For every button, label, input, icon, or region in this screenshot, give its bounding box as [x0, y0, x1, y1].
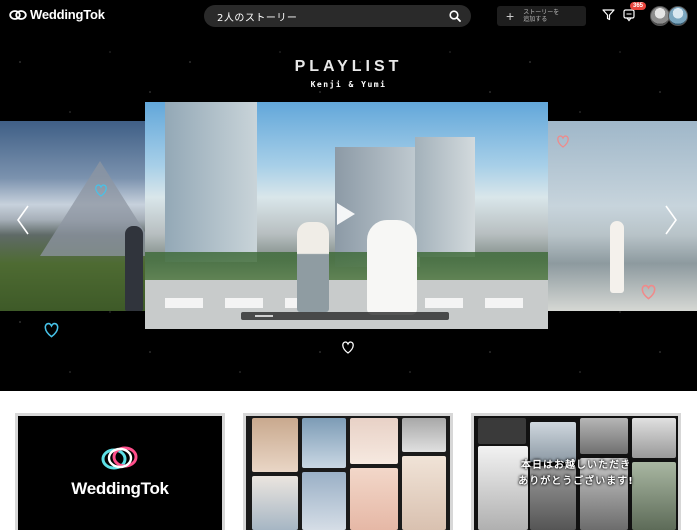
- crosswalk-stripe: [425, 298, 463, 308]
- video-progress-fill: [255, 315, 273, 317]
- photo-tile: [252, 476, 298, 530]
- video-progress-bar[interactable]: [241, 312, 449, 320]
- video-thumbnail-row: WeddingTok 本日はお越しいただき ありがとうございます!: [0, 391, 697, 530]
- photo-tile: [530, 422, 576, 462]
- crosswalk-stripe: [485, 298, 523, 308]
- photo-tile: [350, 468, 398, 530]
- search-icon[interactable]: [449, 10, 461, 22]
- search-bar[interactable]: 2人のストーリー: [204, 5, 471, 27]
- person-image: [610, 221, 624, 293]
- playlist-title: PLAYLIST: [294, 58, 403, 75]
- building-image: [415, 137, 475, 257]
- trees-image: [145, 252, 548, 282]
- search-input[interactable]: 2人のストーリー: [217, 9, 297, 24]
- bride-image: [367, 220, 417, 315]
- plus-icon: +: [506, 8, 515, 24]
- avatar-secondary[interactable]: [668, 6, 688, 26]
- heart-icon: [95, 184, 107, 197]
- logo-text: WeddingTok: [30, 7, 105, 22]
- logo[interactable]: WeddingTok: [9, 7, 105, 22]
- photo-tile: [478, 418, 526, 444]
- notification-badge: 365: [630, 2, 647, 10]
- video-thumbnail[interactable]: [243, 413, 453, 530]
- chevron-right-icon[interactable]: [664, 204, 678, 236]
- crosswalk-stripe: [165, 298, 203, 308]
- photo-tile: [402, 456, 446, 530]
- photo-tile: [580, 418, 628, 454]
- heart-icon: [641, 284, 656, 300]
- thumbnail-caption: 本日はお越しいただき ありがとうございます!: [474, 458, 678, 490]
- filter-icon[interactable]: [602, 8, 615, 21]
- heart-icon: [44, 322, 59, 338]
- photo-tile: [302, 472, 346, 530]
- building-image: [165, 102, 257, 262]
- add-story-button[interactable]: + ストーリーを 追加する: [497, 6, 586, 26]
- notification-icon[interactable]: [622, 8, 636, 22]
- main-video-card[interactable]: [145, 102, 548, 329]
- logo-icon: [9, 9, 27, 20]
- thumbnail-logo: WeddingTok: [18, 444, 222, 499]
- video-thumbnail[interactable]: 本日はお越しいただき ありがとうございます!: [471, 413, 681, 530]
- heart-icon: [557, 135, 569, 148]
- video-thumbnail[interactable]: WeddingTok: [15, 413, 225, 530]
- top-bar: WeddingTok 2人のストーリー + ストーリーを 追加する 365: [0, 0, 697, 32]
- chevron-left-icon[interactable]: [16, 204, 30, 236]
- thumbnail-logo-text: WeddingTok: [71, 479, 169, 498]
- playlist-hero: PLAYLIST Kenji & Yumi: [0, 32, 697, 391]
- avatar[interactable]: [650, 6, 670, 26]
- like-heart-icon[interactable]: [340, 339, 356, 355]
- groom-image: [297, 222, 329, 312]
- photo-tile: [632, 418, 676, 458]
- photo-tile: [402, 418, 446, 452]
- logo-icon: [101, 446, 138, 470]
- add-story-label: ストーリーを 追加する: [523, 9, 560, 23]
- play-icon[interactable]: [337, 203, 355, 225]
- photo-tile: [252, 418, 298, 472]
- playlist-subtitle: Kenji & Yumi: [310, 80, 387, 89]
- caption-text: 本日はお越しいただき ありがとうございます!: [518, 460, 634, 487]
- person-image: [125, 226, 143, 311]
- photo-tile: [350, 418, 398, 464]
- photo-tile: [302, 418, 346, 468]
- crosswalk-stripe: [225, 298, 263, 308]
